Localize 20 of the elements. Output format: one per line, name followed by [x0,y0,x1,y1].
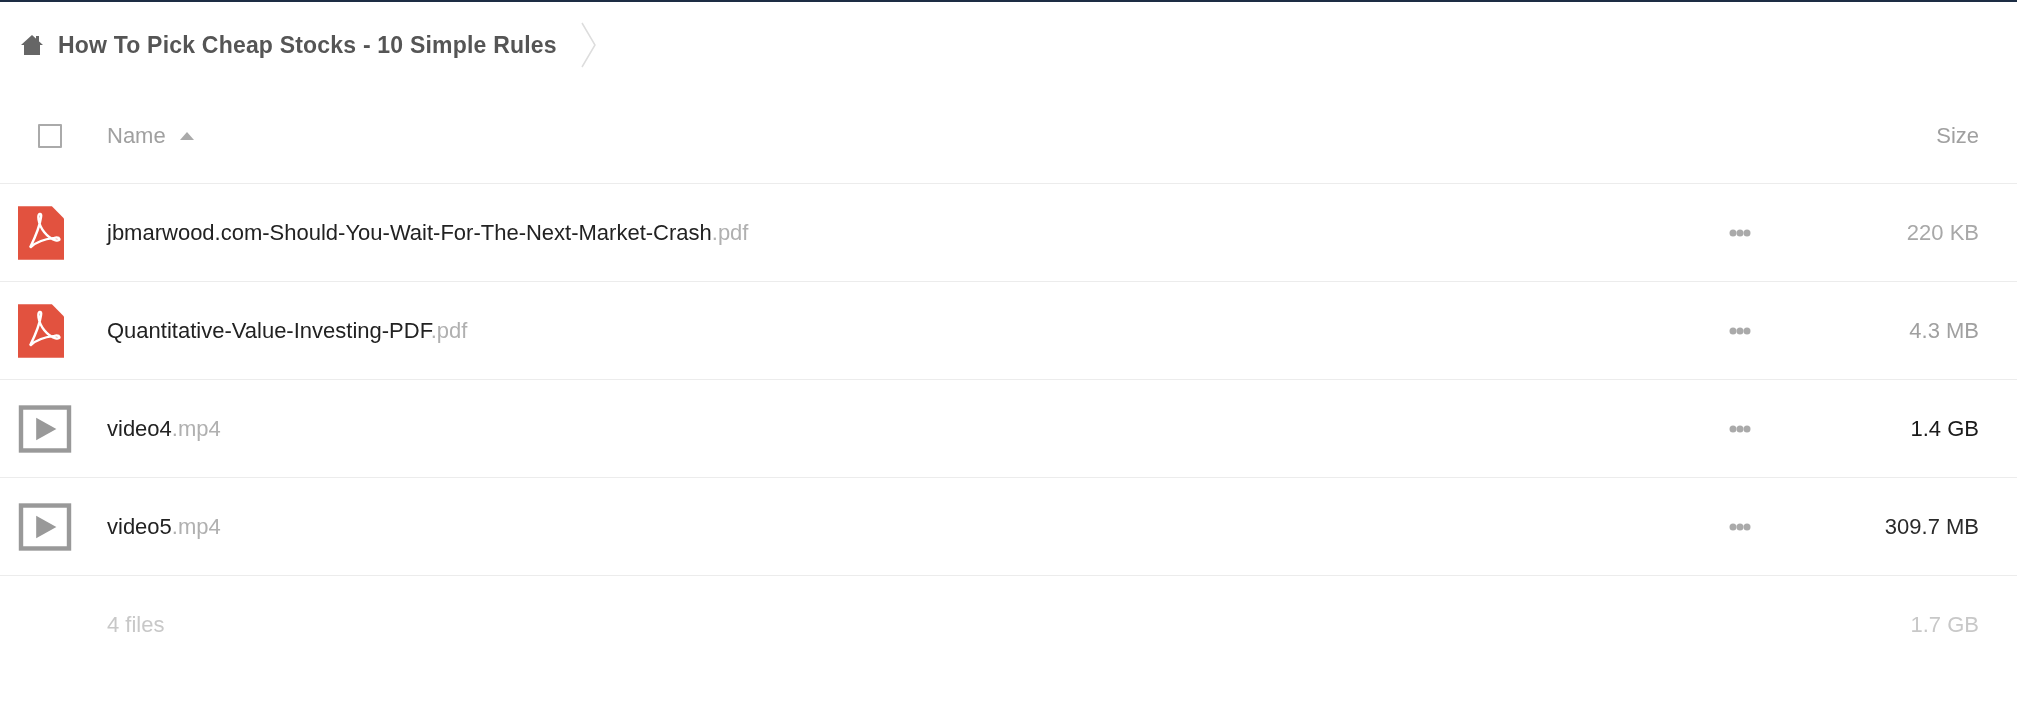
play-icon [18,502,72,551]
file-name[interactable]: video5.mp4 [107,513,221,540]
play-icon [18,404,72,453]
file-name[interactable]: video4.mp4 [107,415,221,442]
file-size: 309.7 MB [1884,513,1979,539]
chevron-icon [580,22,597,68]
folder-title[interactable]: How To Pick Cheap Stocks - 10 Simple Rules [58,31,557,59]
pdf-icon [18,303,64,358]
file-name[interactable]: jbmarwood.com-Should-You-Wait-For-The-Next-Market-Crash.pdf [107,219,749,246]
home-icon[interactable] [20,34,44,56]
more-icon[interactable] [1729,228,1751,237]
file-size: 220 KB [1906,219,1979,245]
file-size: 1.4 GB [1910,415,1979,441]
select-all-checkbox[interactable] [38,123,62,148]
pdf-icon [18,205,64,260]
more-icon[interactable] [1729,326,1751,335]
more-icon[interactable] [1729,424,1751,433]
more-icon[interactable] [1729,522,1751,531]
file-name[interactable]: Quantitative-Value-Investing-PDF.pdf [107,317,468,344]
file-size: 4.3 MB [1909,317,1979,343]
